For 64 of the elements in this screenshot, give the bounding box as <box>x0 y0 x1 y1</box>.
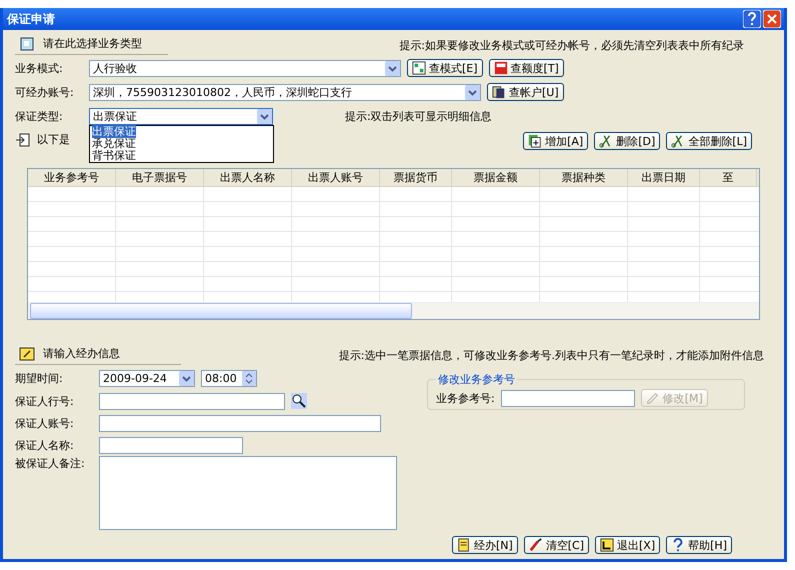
text-field[interactable] <box>99 414 381 432</box>
field-label: 保证人名称: <box>15 438 75 452</box>
exit-icon <box>600 538 614 552</box>
date-picker[interactable]: 2009-09-24 <box>99 370 195 386</box>
column-header[interactable]: 票据货币 <box>380 169 452 186</box>
action-button[interactable]: 帮助[H] <box>666 536 732 554</box>
column-header[interactable]: 业务参考号 <box>28 169 116 186</box>
toolbar-button[interactable]: 全部删除[L] <box>666 132 752 150</box>
grid-icon <box>412 61 426 75</box>
list-label: 以下是 <box>37 132 70 147</box>
column-header[interactable]: 票据金额 <box>452 169 540 186</box>
text-field[interactable] <box>99 436 243 454</box>
toolbar-button[interactable]: 删除[D] <box>594 132 660 150</box>
dropdown-option[interactable]: 出票保证 <box>92 124 136 138</box>
edit-icon <box>646 391 660 405</box>
hint-text: 提示:选中一笔票据信息，可修改业务参考号.列表中只有一笔纪录时，才能添加附件信息 <box>338 348 764 362</box>
document-icon <box>19 36 35 52</box>
account-dropdown[interactable]: 深圳，755903123010802，人民币，深圳蛇口支行 <box>89 84 481 100</box>
column-header[interactable]: 至 <box>700 169 757 186</box>
add-icon <box>528 134 542 148</box>
brush-icon <box>528 538 543 552</box>
lookup-button[interactable]: 查模式[E] <box>407 59 483 77</box>
group-title: 修改业务参考号 <box>437 372 516 387</box>
text-field[interactable] <box>99 392 285 410</box>
close-icon[interactable] <box>763 10 781 28</box>
lookup-button[interactable]: 查额度[T] <box>488 59 564 77</box>
field-label: 业务参考号: <box>436 390 495 406</box>
list-icon <box>15 132 31 148</box>
field-label: 可经办账号: <box>15 84 75 100</box>
search-icon <box>291 393 307 409</box>
memo-field[interactable] <box>99 456 397 530</box>
field-label: 业务模式: <box>15 60 64 76</box>
column-header[interactable]: 票据种类 <box>540 169 628 186</box>
section-title: 请输入经办信息 <box>43 346 120 361</box>
action-button[interactable]: 清空[C] <box>524 536 590 554</box>
action-button[interactable]: 退出[X] <box>595 536 660 554</box>
help-icon <box>671 538 686 552</box>
documents-icon <box>492 85 506 99</box>
hint-text: 提示:如果要修改业务模式或可经办帐号，必须先清空列表表中所有纪录 <box>399 38 744 52</box>
dropdown-option[interactable]: 承兑保证 <box>92 136 136 150</box>
dropdown-option[interactable]: 背书保证 <box>92 148 136 162</box>
column-header[interactable]: 电子票据号 <box>116 169 204 186</box>
horizontal-scrollbar[interactable] <box>28 302 759 319</box>
spinner-icon[interactable] <box>242 370 256 386</box>
note-icon <box>19 346 35 362</box>
hint-text: 提示:双击列表可显示明细信息 <box>345 108 492 124</box>
column-header[interactable]: 出票人名称 <box>204 169 292 186</box>
text-field[interactable] <box>500 390 635 406</box>
field-label: 保证类型: <box>15 108 64 124</box>
toolbar-button[interactable]: 增加[A] <box>523 132 588 150</box>
action-button[interactable]: 经办[N] <box>452 536 518 554</box>
document-icon <box>456 538 471 552</box>
column-header[interactable]: 出票日期 <box>628 169 700 186</box>
column-header[interactable]: 出票人账号 <box>292 169 380 186</box>
section-title: 请在此选择业务类型 <box>43 36 142 51</box>
time-spinner[interactable]: 08:00 <box>201 370 257 386</box>
help-icon[interactable] <box>743 10 761 28</box>
mode-dropdown[interactable]: 人行验收 <box>89 60 401 76</box>
field-label: 期望时间: <box>15 370 64 386</box>
field-label: 保证人账号: <box>15 416 75 430</box>
window-title: 保证申请 <box>7 10 55 28</box>
field-label: 被保证人备注: <box>15 456 86 471</box>
lookup-button[interactable]: 查帐户[U] <box>487 83 564 101</box>
field-label: 保证人行号: <box>15 394 75 408</box>
